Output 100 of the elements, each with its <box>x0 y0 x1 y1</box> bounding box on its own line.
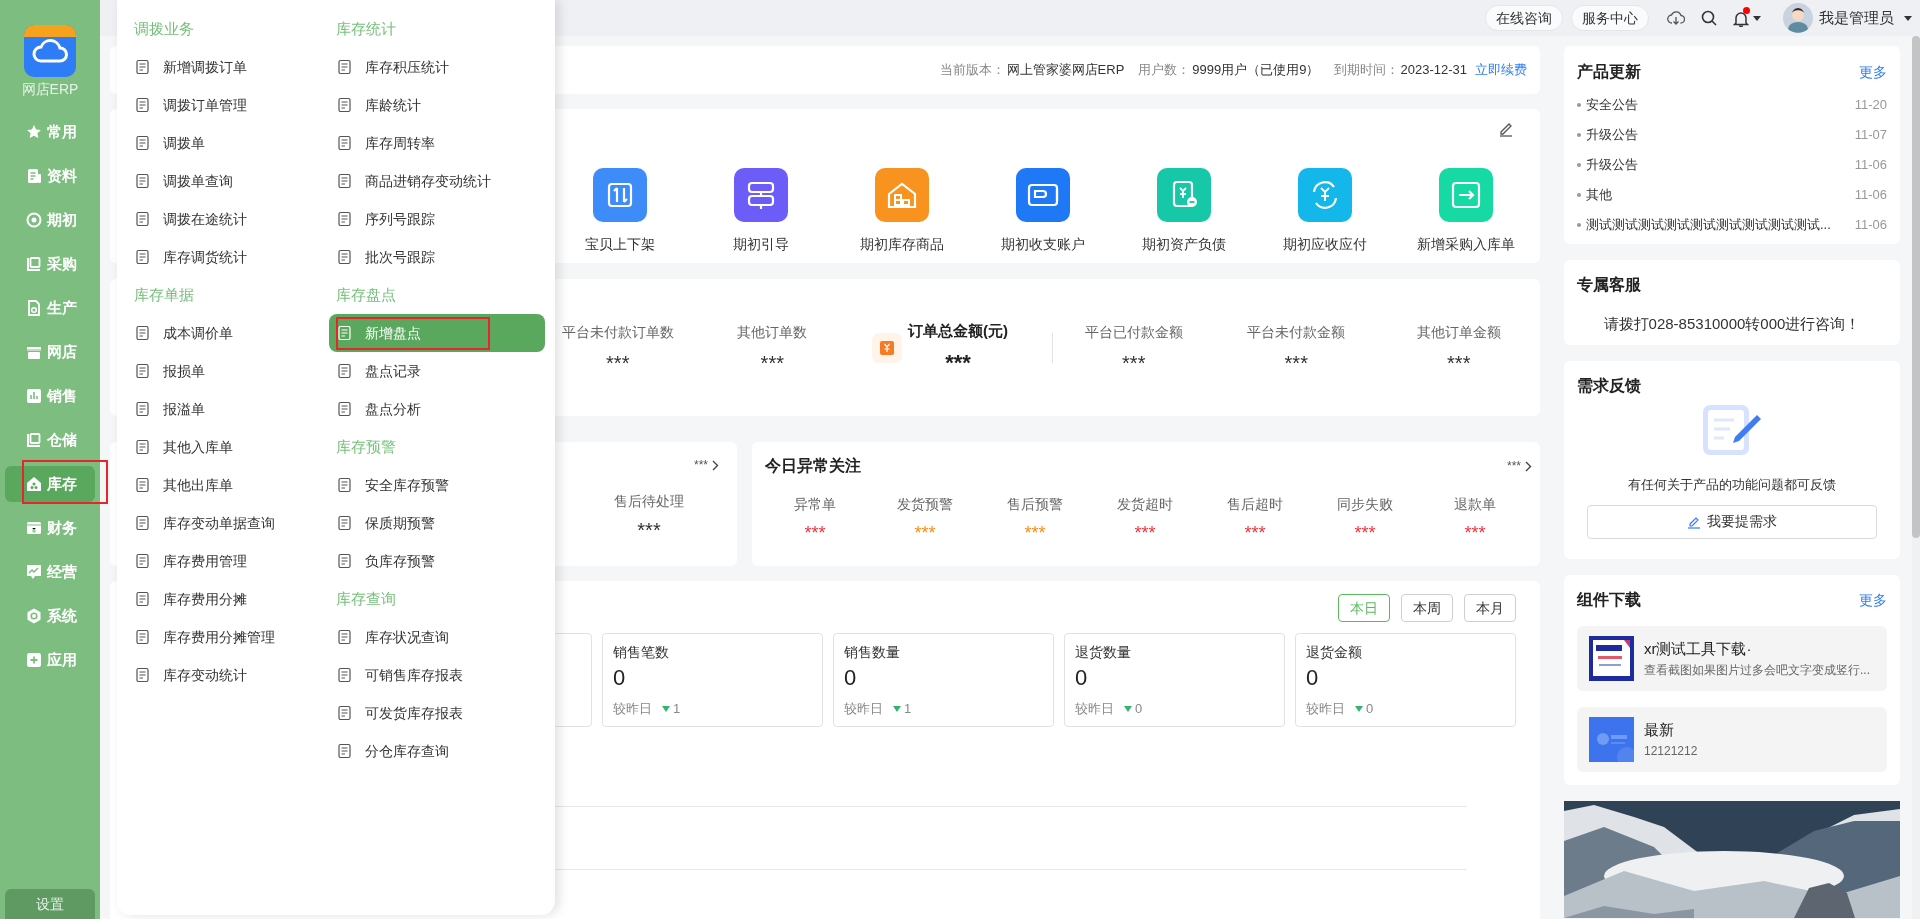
card-title: 需求反馈 <box>1577 376 1641 396</box>
document-icon <box>337 173 353 189</box>
wallet-icon <box>26 520 42 536</box>
menu-item[interactable]: 新增调拨订单 <box>127 48 329 86</box>
menu-item[interactable]: 批次号跟踪 <box>329 238 545 276</box>
document-icon <box>337 59 353 75</box>
stat-value: *** <box>1244 523 1266 543</box>
menu-item[interactable]: 调拨在途统计 <box>127 200 329 238</box>
stat-label: 售后预警 <box>1007 495 1063 513</box>
update-link[interactable]: 升级公告 <box>1586 125 1638 145</box>
shortcut-button[interactable]: 期初收支账户 <box>983 168 1103 254</box>
update-link[interactable]: 升级公告 <box>1586 155 1638 175</box>
shortcut-button[interactable]: 宝贝上下架 <box>560 168 680 254</box>
menu-item[interactable]: 库存费用分摊管理 <box>127 618 329 656</box>
menu-item[interactable]: 库存周转率 <box>329 124 545 162</box>
search-icon[interactable] <box>1701 10 1717 26</box>
document-icon <box>337 97 353 113</box>
document-icon <box>337 705 353 721</box>
hexagon-icon <box>26 608 42 624</box>
menu-item[interactable]: 保质期预警 <box>329 504 545 542</box>
document-icon <box>135 211 151 227</box>
topbar-button[interactable]: 在线咨询 <box>1485 5 1563 31</box>
menu-item[interactable]: 库存调货统计 <box>127 238 329 276</box>
stat-value: *** <box>1122 352 1146 373</box>
card-title: 组件下载 <box>1577 590 1641 610</box>
download-item[interactable]: xr测试工具下载· 查看截图如果图片过多会吧文字变成竖行... <box>1577 626 1887 691</box>
menu-item[interactable]: 盘点分析 <box>329 390 545 428</box>
stat-value: *** <box>1464 523 1486 543</box>
menu-item[interactable]: 序列号跟踪 <box>329 200 545 238</box>
document-icon <box>135 629 151 645</box>
menu-item[interactable]: 商品进销存变动统计 <box>329 162 545 200</box>
menu-item[interactable]: 库存费用分摊 <box>127 580 329 618</box>
stat-value: *** <box>760 352 784 373</box>
request-button[interactable]: 我要提需求 <box>1587 504 1877 539</box>
renew-link[interactable]: 立即续费 <box>1475 60 1527 80</box>
menu-item[interactable]: 可发货库存报表 <box>329 694 545 732</box>
compare-label: 较昨日 <box>613 700 652 718</box>
update-link[interactable]: 安全公告 <box>1586 95 1638 115</box>
period-tab[interactable]: 本周 <box>1401 594 1453 622</box>
document-icon <box>337 401 353 417</box>
caret-icon[interactable] <box>1904 15 1912 21</box>
stat-value: 0 <box>613 665 627 691</box>
service-text: 请拨打028-85310000转000进行咨询！ <box>1602 314 1862 334</box>
download-item[interactable]: 最新 12121212 <box>1577 707 1887 772</box>
menu-item[interactable]: 其他出库单 <box>127 466 329 504</box>
menu-item[interactable]: 其他入库单 <box>127 428 329 466</box>
menu-item[interactable]: 库存费用管理 <box>127 542 329 580</box>
bell-icon[interactable] <box>1733 9 1749 27</box>
edit-icon[interactable] <box>1498 121 1514 137</box>
menu-item[interactable]: 负库存预警 <box>329 542 545 580</box>
update-link[interactable]: 测试测试测试测试测试测试测试测试测试... <box>1586 215 1831 235</box>
menu-item[interactable]: 库存状况查询 <box>329 618 545 656</box>
shortcut-button[interactable]: 期初应收应付 <box>1265 168 1385 254</box>
scrollbar-thumb[interactable] <box>1912 36 1920 538</box>
menu-item[interactable]: 库存积压统计 <box>329 48 545 86</box>
more-link[interactable]: *** <box>694 456 708 474</box>
topbar-button[interactable]: 服务中心 <box>1571 5 1649 31</box>
update-link[interactable]: 其他 <box>1586 185 1612 205</box>
download-title: 最新 <box>1644 719 1675 740</box>
avatar-icon[interactable] <box>1783 3 1813 33</box>
menu-heading: 库存预警 <box>336 436 396 457</box>
stat-value: *** <box>945 351 971 374</box>
more-link[interactable]: 更多 <box>1859 589 1887 611</box>
menu-item[interactable]: 报损单 <box>127 352 329 390</box>
shortcut-button[interactable]: 期初资产负债 <box>1124 168 1244 254</box>
shortcut-button[interactable]: 期初引导 <box>701 168 821 254</box>
menu-item[interactable]: 库龄统计 <box>329 86 545 124</box>
more-link[interactable]: 更多 <box>1859 61 1887 83</box>
menu-item[interactable]: 库存变动统计 <box>127 656 329 694</box>
document-icon <box>135 439 151 455</box>
period-tab[interactable]: 本月 <box>1464 594 1516 622</box>
more-link[interactable]: *** <box>1507 457 1521 475</box>
document-icon <box>26 300 42 316</box>
menu-item[interactable]: 调拨订单管理 <box>127 86 329 124</box>
menu-item[interactable]: 报溢单 <box>127 390 329 428</box>
menu-item[interactable]: 盘点记录 <box>329 352 545 390</box>
note-pencil-icon <box>1701 403 1763 457</box>
board-icon <box>26 256 42 272</box>
menu-item[interactable]: 库存变动单据查询 <box>127 504 329 542</box>
menu-item[interactable]: 成本调价单 <box>127 314 329 352</box>
stat-value: *** <box>637 520 661 540</box>
user-name[interactable]: 我是管理员 <box>1819 6 1894 30</box>
compare-label: 较昨日 <box>1075 700 1114 718</box>
menu-item[interactable]: 安全库存预警 <box>329 466 545 504</box>
star-icon <box>26 124 42 140</box>
house-icon <box>26 476 42 492</box>
document-icon <box>135 173 151 189</box>
menu-item[interactable]: 可销售库存报表 <box>329 656 545 694</box>
menu-item[interactable]: 分仓库存查询 <box>329 732 545 770</box>
shortcut-button[interactable]: 期初库存商品 <box>842 168 962 254</box>
chevron-right-icon[interactable] <box>712 459 719 471</box>
menu-item[interactable]: 调拨单查询 <box>127 162 329 200</box>
logo-icon <box>24 25 76 77</box>
menu-item[interactable]: 调拨单 <box>127 124 329 162</box>
field-value: 网上管家婆网店ERP <box>1006 61 1125 80</box>
cloud-download-icon[interactable] <box>1667 10 1685 26</box>
chevron-right-icon[interactable] <box>1525 460 1532 472</box>
caret-icon[interactable] <box>1753 15 1761 21</box>
shortcut-button[interactable]: 新增采购入库单 <box>1406 168 1526 254</box>
document-icon <box>135 401 151 417</box>
